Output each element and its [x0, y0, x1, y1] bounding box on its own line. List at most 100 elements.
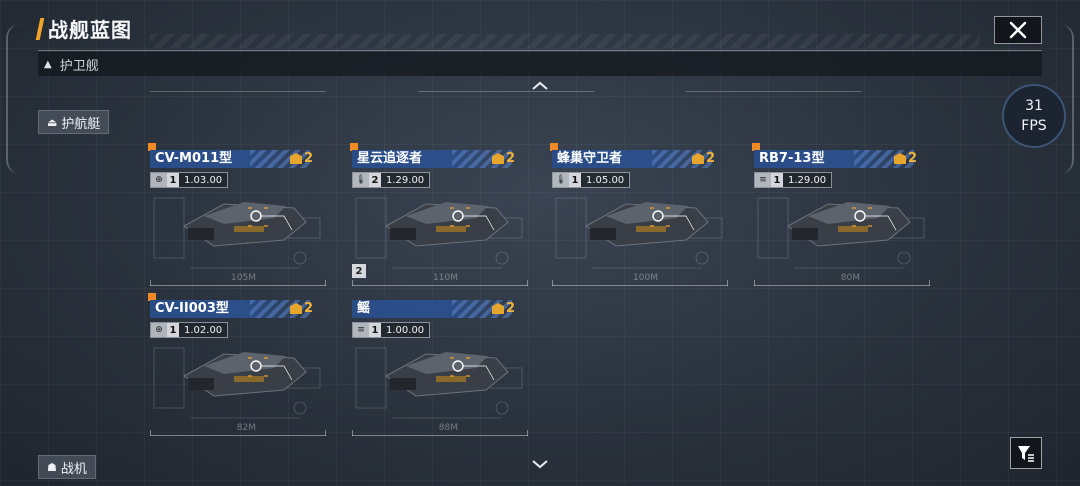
ship-tier: 2	[290, 151, 313, 166]
card-bottom-line	[552, 280, 728, 286]
globe-icon: ⊕	[151, 323, 167, 337]
ship-name: CV-II003型	[155, 301, 229, 316]
fps-unit: FPS	[1021, 118, 1047, 134]
ship-length: 105M	[231, 273, 256, 283]
fighter-icon: ☗	[47, 460, 57, 474]
tier-value: 2	[304, 151, 314, 166]
tier-badge-icon	[692, 153, 704, 164]
tab-escort-label: 护航艇	[61, 116, 101, 132]
ship-card[interactable]: CV-II003型 2 ⊕ 1 1.02.00 82M	[148, 293, 326, 436]
close-button[interactable]	[994, 16, 1042, 44]
card-bottom-line	[754, 280, 930, 286]
category-bar-frigate[interactable]: ▲ 护卫舰	[38, 52, 1042, 76]
tier-badge-icon	[894, 153, 906, 164]
ship-name-bar: 鳐	[352, 300, 512, 318]
frame-bracket-right	[1060, 24, 1074, 174]
previous-card-strip	[686, 78, 862, 92]
ship-card[interactable]: CV-M011型 2 ⊕ 1 1.03.00 105M	[148, 143, 326, 286]
previous-card-strip	[150, 78, 326, 92]
stat-value: 1.02.00	[179, 323, 228, 337]
ship-card[interactable]: 星云追逐者 2 🌡 2 1.29.00 2 110M	[350, 143, 528, 286]
page-title: 战舰蓝图	[48, 18, 132, 42]
stat-level: 1	[369, 323, 381, 337]
ship-model	[385, 352, 509, 397]
ship-card[interactable]: 蜂巢守卫者 2 🌡 1 1.05.00 100M	[550, 143, 728, 286]
ship-model	[183, 202, 307, 247]
ship-name: 蜂巢守卫者	[557, 151, 623, 166]
ship-name: 星云追逐者	[357, 151, 423, 166]
header-divider	[38, 50, 1042, 51]
ship-card[interactable]: 鳐 2 ≡ 1 1.00.00 88M	[352, 300, 528, 436]
close-icon	[1009, 21, 1027, 39]
card-bottom-line	[150, 430, 326, 436]
thermometer-icon: 🌡	[553, 173, 569, 187]
stat-value: 1.05.00	[581, 173, 630, 187]
ship-name-bar: CV-II003型	[150, 300, 310, 318]
triangle-up-icon: ▲	[44, 58, 52, 70]
ship-tier: 2	[492, 151, 515, 166]
tier-badge-icon	[492, 153, 504, 164]
ship-length: 82M	[236, 423, 256, 433]
stat-level: 1	[167, 323, 179, 337]
stat-level: 2	[369, 173, 381, 187]
tier-badge-icon	[290, 153, 302, 164]
ship-name-bar: 星云追逐者	[352, 150, 512, 168]
scroll-down-button[interactable]	[528, 456, 552, 470]
ship-length: 88M	[438, 423, 458, 433]
fps-counter: 31 FPS	[1002, 84, 1066, 148]
ship-name-bar: RB7-13型	[754, 150, 914, 168]
ship-card[interactable]: RB7-13型 2 ≡ 1 1.29.00 80M	[752, 143, 930, 286]
stat-level: 1	[771, 173, 783, 187]
header-hatch-decoration	[150, 34, 980, 48]
ship-name-bar: CV-M011型	[150, 150, 310, 168]
ship-name: RB7-13型	[759, 151, 825, 166]
stat-level: 1	[167, 173, 179, 187]
previous-card-strip	[418, 78, 594, 92]
tier-value: 2	[506, 151, 516, 166]
tier-value: 2	[908, 151, 918, 166]
tier-value: 2	[304, 301, 314, 316]
tier-badge-icon	[290, 303, 302, 314]
filter-icon	[1018, 446, 1034, 462]
card-bottom-line	[352, 430, 528, 436]
ship-model	[585, 202, 709, 247]
frame-bracket-left	[6, 24, 20, 174]
tier-value: 2	[506, 301, 516, 316]
ship-length: 110M	[433, 273, 458, 283]
speed-icon: ≡	[353, 323, 369, 337]
ship-name-bar: 蜂巢守卫者	[552, 150, 712, 168]
stat-value: 1.29.00	[783, 173, 832, 187]
ship-tier: 2	[692, 151, 715, 166]
tier-value: 2	[706, 151, 716, 166]
tab-escort-boat[interactable]: ⏏ 护航艇	[38, 110, 110, 134]
ship-model	[183, 352, 307, 397]
thermometer-icon: 🌡	[353, 173, 369, 187]
ship-tier: 2	[894, 151, 917, 166]
stat-level: 1	[569, 173, 581, 187]
stat-value: 1.03.00	[179, 173, 228, 187]
card-bottom-line	[150, 280, 326, 286]
globe-icon: ⊕	[151, 173, 167, 187]
stat-value: 1.00.00	[381, 323, 430, 337]
ship-model	[787, 202, 911, 247]
ship-tier: 2	[290, 301, 313, 316]
tier-badge-icon	[492, 303, 504, 314]
ship-length: 80M	[840, 273, 860, 283]
title-group: 战舰蓝图	[35, 14, 132, 43]
ship-name: 鳐	[357, 301, 371, 316]
ship-name: CV-M011型	[155, 151, 233, 166]
title-accent-bar	[35, 17, 45, 40]
fps-value: 31	[1025, 98, 1043, 114]
filter-button[interactable]	[1010, 437, 1042, 469]
tab-fighter-label: 战机	[60, 461, 87, 477]
escort-ship-icon: ⏏	[47, 115, 58, 129]
category-label: 护卫舰	[59, 58, 99, 74]
ship-tier: 2	[492, 301, 515, 316]
chevron-down-icon	[532, 460, 548, 469]
ship-model	[385, 202, 509, 247]
stat-value: 1.29.00	[381, 173, 430, 187]
tier-mark: 2	[352, 264, 366, 278]
card-bottom-line	[352, 280, 528, 286]
tab-fighter[interactable]: ☗ 战机	[38, 455, 96, 479]
scroll-up-button[interactable]	[528, 78, 552, 92]
